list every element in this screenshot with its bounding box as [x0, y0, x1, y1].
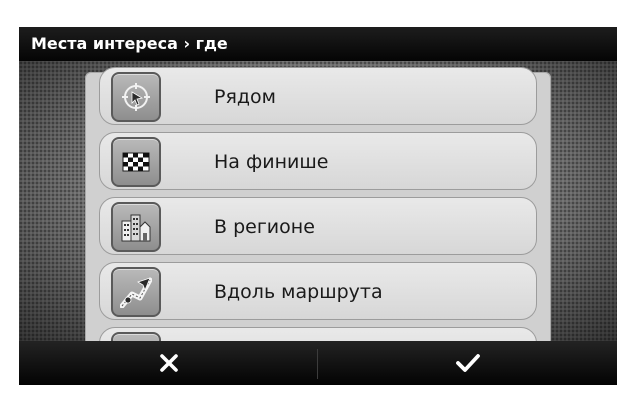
confirm-button[interactable]	[318, 341, 617, 385]
list-item-label: Вдоль маршрута	[214, 281, 383, 303]
list-item-label: В регионе	[214, 216, 315, 238]
location-list-area: Рядом На финише В регионе Вдоль маршрута	[19, 61, 617, 341]
near-me-icon	[111, 72, 161, 122]
list-item-near[interactable]: Рядом	[99, 67, 537, 125]
list-item-label: Рядом	[214, 86, 276, 108]
list-item-label: На финише	[214, 151, 329, 173]
city-buildings-icon	[111, 202, 161, 252]
list-item-icon	[111, 332, 161, 341]
route-road-icon	[111, 267, 161, 317]
close-icon	[159, 354, 178, 372]
bottom-toolbar	[19, 341, 617, 385]
list-item-along-route[interactable]: Вдоль маршрута	[99, 262, 537, 320]
cancel-button[interactable]	[19, 341, 318, 385]
page-title: Места интереса › где	[19, 27, 617, 61]
list-item-in-region[interactable]: В регионе	[99, 197, 537, 255]
list-item-at-destination[interactable]: На финише	[99, 132, 537, 190]
checkered-flag-icon	[111, 137, 161, 187]
list-item-partial[interactable]	[99, 327, 537, 341]
device-screen: Места интереса › где Рядом На финише В р…	[19, 27, 617, 385]
checkmark-icon	[455, 354, 480, 372]
